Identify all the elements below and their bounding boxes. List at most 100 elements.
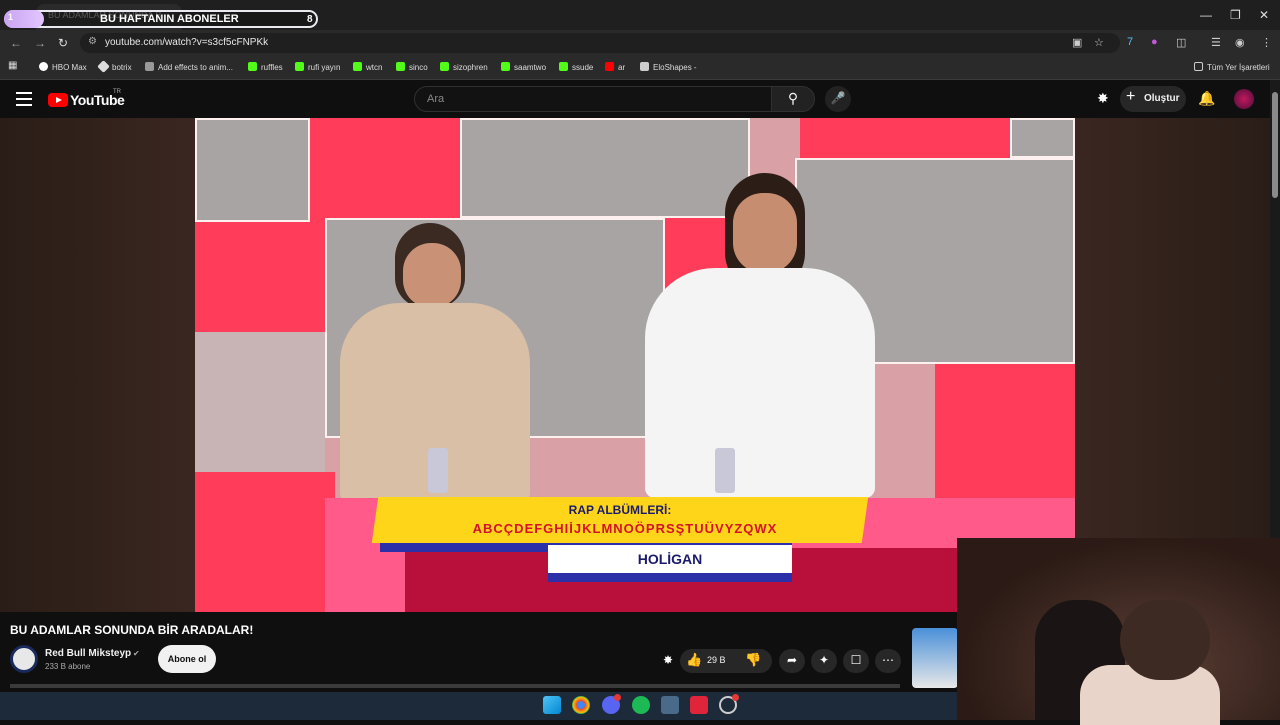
media-control-icon[interactable]: ☰ bbox=[1211, 36, 1221, 49]
folder-icon bbox=[1194, 62, 1203, 71]
app-icon[interactable] bbox=[661, 696, 679, 714]
bookmark-label: sinco bbox=[409, 63, 428, 72]
back-icon[interactable]: ← bbox=[10, 36, 22, 50]
bookmark-label: Add effects to anim... bbox=[158, 63, 234, 72]
wall-panel bbox=[1010, 118, 1075, 158]
install-icon[interactable]: ▣ bbox=[1072, 36, 1082, 49]
person-right-face bbox=[733, 193, 797, 273]
overlay-title: BU HAFTANIN ABONELER bbox=[100, 13, 239, 25]
kick-icon bbox=[353, 62, 362, 71]
bookmark-effects[interactable]: Add effects to anim... bbox=[145, 62, 233, 72]
url-text[interactable]: youtube.com/watch?v=s3cf5cFNPKk bbox=[105, 37, 268, 48]
kick-icon bbox=[248, 62, 257, 71]
region-code: TR bbox=[113, 89, 121, 95]
kick-icon bbox=[440, 62, 449, 71]
extension-7tv-icon[interactable]: 7 bbox=[1127, 36, 1133, 48]
youtube-icon bbox=[605, 62, 614, 71]
bookmark-label: sizophren bbox=[453, 63, 488, 72]
kick-icon bbox=[396, 62, 405, 71]
bookmark-saamtwo[interactable]: saamtwo bbox=[501, 62, 546, 72]
like-icon[interactable]: 👍 bbox=[686, 652, 702, 668]
person-left-face bbox=[403, 243, 461, 308]
bookmark-label: HBO Max bbox=[52, 63, 87, 72]
bookmark-ruffles[interactable]: ruffles bbox=[248, 62, 283, 72]
microphone-icon[interactable]: 🎤 bbox=[825, 86, 851, 112]
like-count[interactable]: 29 B bbox=[707, 655, 726, 665]
hamburger-menu-icon[interactable] bbox=[16, 92, 32, 110]
banner-title: RAP ALBÜMLERİ: bbox=[568, 503, 672, 517]
bookmark-botrix[interactable]: botrix bbox=[97, 60, 132, 73]
sparkle-icon[interactable]: ✸ bbox=[656, 649, 680, 673]
extensions-puzzle-icon[interactable]: ◫ bbox=[1176, 36, 1186, 49]
restore-icon[interactable]: ❐ bbox=[1230, 8, 1241, 22]
youtube-logo-icon[interactable] bbox=[48, 93, 68, 107]
subscriber-count: 233 B abone bbox=[45, 662, 91, 671]
bookmark-star-icon[interactable]: ☆ bbox=[1094, 36, 1104, 49]
divider bbox=[10, 684, 900, 688]
apps-grid-icon[interactable]: ▦ bbox=[8, 60, 17, 71]
bookmark-label: ruffles bbox=[261, 63, 283, 72]
profile-icon[interactable]: ◉ bbox=[1235, 36, 1245, 49]
bookmark-sizophren[interactable]: sizophren bbox=[440, 62, 488, 72]
app-red-icon[interactable] bbox=[690, 696, 708, 714]
bookmark-sinco[interactable]: sinco bbox=[396, 62, 428, 72]
bookmark-label: rufi yayın bbox=[308, 63, 341, 72]
wall-panel-red bbox=[310, 118, 460, 222]
app-badge bbox=[732, 694, 739, 701]
ask-ai-icon[interactable]: ✦ bbox=[811, 649, 837, 673]
bookmark-ssude[interactable]: ssude bbox=[559, 62, 593, 72]
account-avatar[interactable] bbox=[1234, 89, 1254, 109]
extension-icon[interactable]: ● bbox=[1151, 36, 1158, 48]
kick-icon bbox=[295, 62, 304, 71]
all-bookmarks-folder[interactable]: Tüm Yer İşaretleri bbox=[1194, 62, 1270, 72]
share-icon[interactable]: ➦ bbox=[779, 649, 805, 673]
streamer-head bbox=[1120, 600, 1210, 680]
close-icon[interactable]: ✕ bbox=[1259, 8, 1269, 22]
gift-icon[interactable]: ✸ bbox=[1097, 90, 1109, 107]
drink-can bbox=[715, 448, 735, 493]
forward-icon[interactable]: → bbox=[34, 36, 46, 50]
reload-icon[interactable]: ↻ bbox=[58, 36, 68, 50]
channel-avatar[interactable] bbox=[10, 645, 38, 673]
bookmark-label: saamtwo bbox=[514, 63, 547, 72]
effects-icon bbox=[145, 62, 154, 71]
bookmark-label: ssude bbox=[572, 63, 594, 72]
overlay-right-number: 8 bbox=[307, 14, 313, 25]
bookmark-wtcn[interactable]: wtcn bbox=[353, 62, 382, 72]
search-icon[interactable]: ⚲ bbox=[771, 86, 815, 112]
answer-shadow bbox=[548, 572, 792, 582]
bookmark-label: botrix bbox=[112, 63, 132, 72]
spotify-icon[interactable] bbox=[632, 696, 650, 714]
notifications-bell-icon[interactable]: 🔔 bbox=[1198, 90, 1215, 107]
search-input[interactable]: Ara bbox=[414, 86, 772, 112]
bookmark-label: wtcn bbox=[366, 63, 383, 72]
video-title: BU ADAMLAR SONUNDA BİR ARADALAR! bbox=[10, 623, 254, 637]
hbo-icon bbox=[39, 62, 48, 71]
minimize-icon[interactable]: — bbox=[1200, 8, 1212, 22]
chrome-icon[interactable] bbox=[572, 696, 590, 714]
dislike-icon[interactable]: 👎 bbox=[745, 652, 761, 668]
save-icon[interactable]: ☐ bbox=[843, 649, 869, 673]
wall-panel-red bbox=[195, 472, 335, 612]
channel-name[interactable]: Red Bull Miksteyp bbox=[45, 648, 131, 659]
overlay-left-number: 1 bbox=[8, 12, 14, 22]
bookmark-ar[interactable]: ar bbox=[605, 62, 625, 72]
discord-badge bbox=[614, 694, 621, 701]
wall-panel-red bbox=[800, 118, 1010, 158]
botrix-icon bbox=[97, 60, 110, 73]
site-info-icon[interactable]: ⚙ bbox=[88, 36, 97, 47]
more-options-icon[interactable]: ⋯ bbox=[875, 649, 901, 673]
bookmark-label: ar bbox=[618, 63, 626, 72]
windows-start-icon[interactable] bbox=[543, 696, 561, 714]
menu-kebab-icon[interactable]: ⋮ bbox=[1261, 36, 1272, 49]
scrollbar-thumb[interactable] bbox=[1272, 92, 1278, 198]
kick-icon bbox=[501, 62, 510, 71]
person-right-shirt bbox=[645, 268, 875, 498]
verified-icon: ✔ bbox=[133, 649, 140, 658]
bookmark-hbo[interactable]: HBO Max bbox=[39, 62, 87, 72]
bookmark-eloshapes[interactable]: EloShapes - bbox=[640, 62, 697, 72]
wall-panel bbox=[195, 332, 325, 472]
bookmark-rufi[interactable]: rufi yayın bbox=[295, 62, 340, 72]
subscribe-button[interactable]: Abone ol bbox=[158, 645, 216, 673]
recommended-thumbnail[interactable] bbox=[912, 628, 958, 688]
